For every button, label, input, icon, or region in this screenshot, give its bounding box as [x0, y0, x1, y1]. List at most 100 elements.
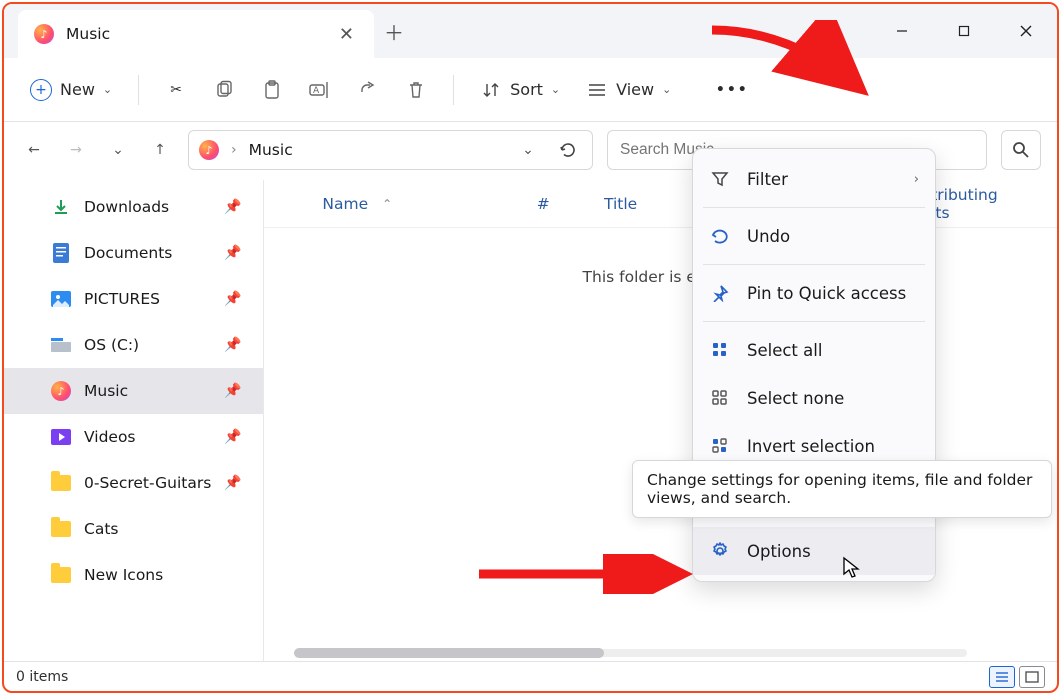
- sidebar-item-cats[interactable]: Cats: [4, 506, 263, 552]
- sidebar-item-secret-guitars[interactable]: 0-Secret-Guitars 📌: [4, 460, 263, 506]
- pin-icon: 📌: [224, 199, 241, 215]
- trash-icon: [405, 79, 427, 101]
- music-icon: [50, 380, 72, 402]
- sidebar-item-documents[interactable]: Documents 📌: [4, 230, 263, 276]
- breadcrumb-separator: ›: [231, 142, 237, 158]
- music-icon: [34, 24, 54, 44]
- window-controls: [871, 4, 1057, 58]
- cursor-icon: [842, 556, 862, 580]
- horizontal-scrollbar[interactable]: [264, 645, 1057, 661]
- annotation-arrow-top: [702, 20, 882, 110]
- sidebar-label: New Icons: [84, 566, 241, 584]
- paste-button[interactable]: [251, 70, 293, 110]
- menu-select-all[interactable]: Select all: [693, 326, 935, 374]
- details-view-button[interactable]: [989, 666, 1015, 688]
- new-button[interactable]: + New ⌄: [20, 70, 122, 110]
- select-none-icon: [709, 389, 731, 407]
- document-icon: [50, 242, 72, 264]
- annotation-arrow-bottom: [474, 554, 704, 594]
- refresh-button[interactable]: [554, 136, 582, 164]
- search-button[interactable]: [1001, 130, 1041, 170]
- menu-filter[interactable]: Filter ›: [693, 155, 935, 203]
- sidebar-item-drive-c[interactable]: OS (C:) 📌: [4, 322, 263, 368]
- copy-button[interactable]: [203, 70, 245, 110]
- chevron-right-icon: ›: [914, 172, 919, 187]
- select-all-icon: [709, 341, 731, 359]
- close-window-button[interactable]: [995, 4, 1057, 58]
- sidebar-item-music[interactable]: Music 📌: [4, 368, 263, 414]
- svg-text:A: A: [313, 86, 320, 96]
- sidebar-item-videos[interactable]: Videos 📌: [4, 414, 263, 460]
- active-tab[interactable]: Music ✕: [18, 10, 374, 58]
- search-icon: [1012, 141, 1030, 159]
- pin-icon: 📌: [224, 337, 241, 353]
- folder-icon: [50, 518, 72, 540]
- recent-button[interactable]: ⌄: [104, 136, 132, 164]
- video-icon: [50, 426, 72, 448]
- pictures-icon: [50, 288, 72, 310]
- cut-button[interactable]: ✂: [155, 70, 197, 110]
- delete-button[interactable]: [395, 70, 437, 110]
- folder-icon: [50, 472, 72, 494]
- menu-label: Undo: [747, 227, 919, 246]
- column-headers: Name ⌃ # Title Contributing artists: [264, 180, 1057, 228]
- menu-label: Invert selection: [747, 437, 919, 456]
- maximize-button[interactable]: [933, 4, 995, 58]
- share-icon: [357, 79, 379, 101]
- sidebar-label: Videos: [84, 428, 212, 446]
- thumbnails-view-button[interactable]: [1019, 666, 1045, 688]
- sort-label: Sort: [510, 80, 543, 99]
- menu-undo[interactable]: Undo: [693, 212, 935, 260]
- sidebar-label: Downloads: [84, 198, 212, 216]
- menu-label: Options: [747, 542, 919, 561]
- pin-icon: 📌: [224, 245, 241, 261]
- pin-icon: 📌: [224, 291, 241, 307]
- menu-select-none[interactable]: Select none: [693, 374, 935, 422]
- up-button[interactable]: ↑: [146, 136, 174, 164]
- menu-options[interactable]: Options: [693, 527, 935, 575]
- column-number[interactable]: #: [519, 195, 586, 213]
- breadcrumb-folder[interactable]: Music: [249, 141, 293, 159]
- sort-indicator-icon: ⌃: [382, 197, 392, 211]
- sort-icon: [480, 79, 502, 101]
- funnel-icon: [709, 170, 731, 188]
- sidebar-label: OS (C:): [84, 336, 212, 354]
- column-name[interactable]: Name ⌃: [304, 195, 518, 213]
- sidebar-item-new-icons[interactable]: New Icons: [4, 552, 263, 598]
- invert-selection-icon: [709, 437, 731, 455]
- gear-icon: [709, 541, 731, 561]
- tooltip: Change settings for opening items, file …: [632, 460, 1052, 518]
- forward-button[interactable]: →: [62, 136, 90, 164]
- view-button[interactable]: View ⌄: [576, 70, 681, 110]
- command-bar: + New ⌄ ✂ A Sort ⌄ View ⌄ •••: [4, 58, 1057, 122]
- undo-icon: [709, 227, 731, 245]
- explorer-window: Music ✕ ＋ + New ⌄ ✂ A: [2, 2, 1059, 693]
- chevron-down-icon: ⌄: [103, 83, 112, 96]
- column-label: Title: [604, 195, 637, 213]
- rename-button[interactable]: A: [299, 70, 341, 110]
- menu-pin[interactable]: Pin to Quick access: [693, 269, 935, 317]
- share-button[interactable]: [347, 70, 389, 110]
- status-bar: 0 items: [4, 661, 1057, 691]
- column-label: Name: [322, 195, 368, 213]
- close-tab-button[interactable]: ✕: [331, 24, 362, 45]
- scissors-icon: ✂: [165, 79, 187, 101]
- drive-icon: [50, 334, 72, 356]
- column-label: #: [537, 195, 550, 213]
- sort-button[interactable]: Sort ⌄: [470, 70, 570, 110]
- address-bar[interactable]: › Music ⌄: [188, 130, 593, 170]
- new-tab-button[interactable]: ＋: [374, 4, 414, 58]
- pin-icon: [709, 284, 731, 302]
- navigation-pane[interactable]: Downloads 📌 Documents 📌 PICTURES 📌 OS (C…: [4, 180, 263, 661]
- pin-icon: 📌: [224, 475, 241, 491]
- folder-icon: [50, 564, 72, 586]
- back-button[interactable]: ←: [20, 136, 48, 164]
- tab-title: Music: [66, 25, 319, 43]
- sidebar-item-pictures[interactable]: PICTURES 📌: [4, 276, 263, 322]
- sidebar-item-downloads[interactable]: Downloads 📌: [4, 184, 263, 230]
- address-dropdown-button[interactable]: ⌄: [514, 136, 542, 164]
- view-toggle: [989, 666, 1045, 688]
- tooltip-text: Change settings for opening items, file …: [647, 471, 1032, 507]
- sidebar-label: PICTURES: [84, 290, 212, 308]
- menu-label: Select none: [747, 389, 919, 408]
